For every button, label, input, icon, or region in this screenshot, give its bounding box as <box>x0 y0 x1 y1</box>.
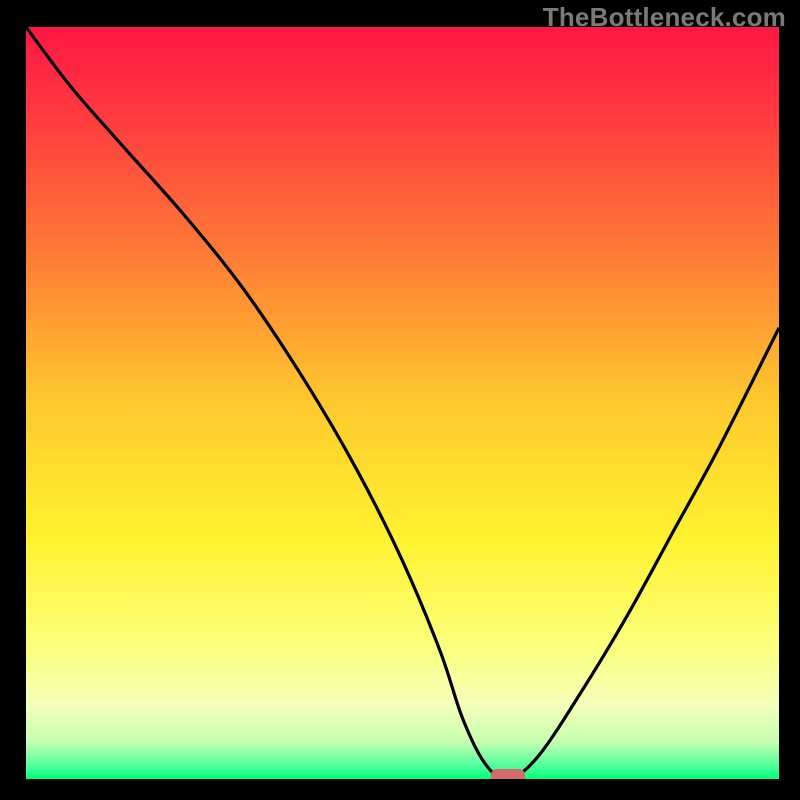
chart-canvas <box>0 0 800 800</box>
optimum-marker <box>491 769 525 783</box>
plot-background <box>26 27 779 779</box>
watermark-text: TheBottleneck.com <box>543 2 786 33</box>
